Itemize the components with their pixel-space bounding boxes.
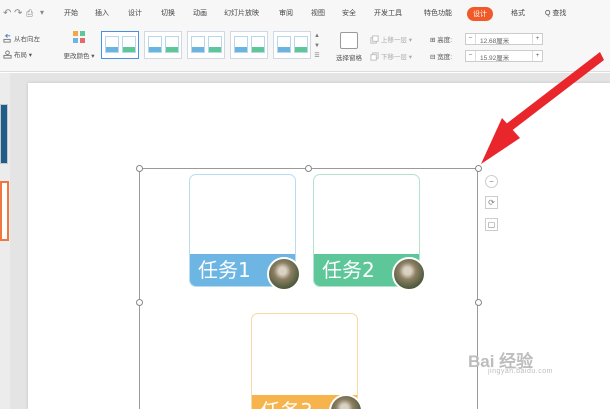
annotation-arrow-icon — [481, 52, 604, 164]
